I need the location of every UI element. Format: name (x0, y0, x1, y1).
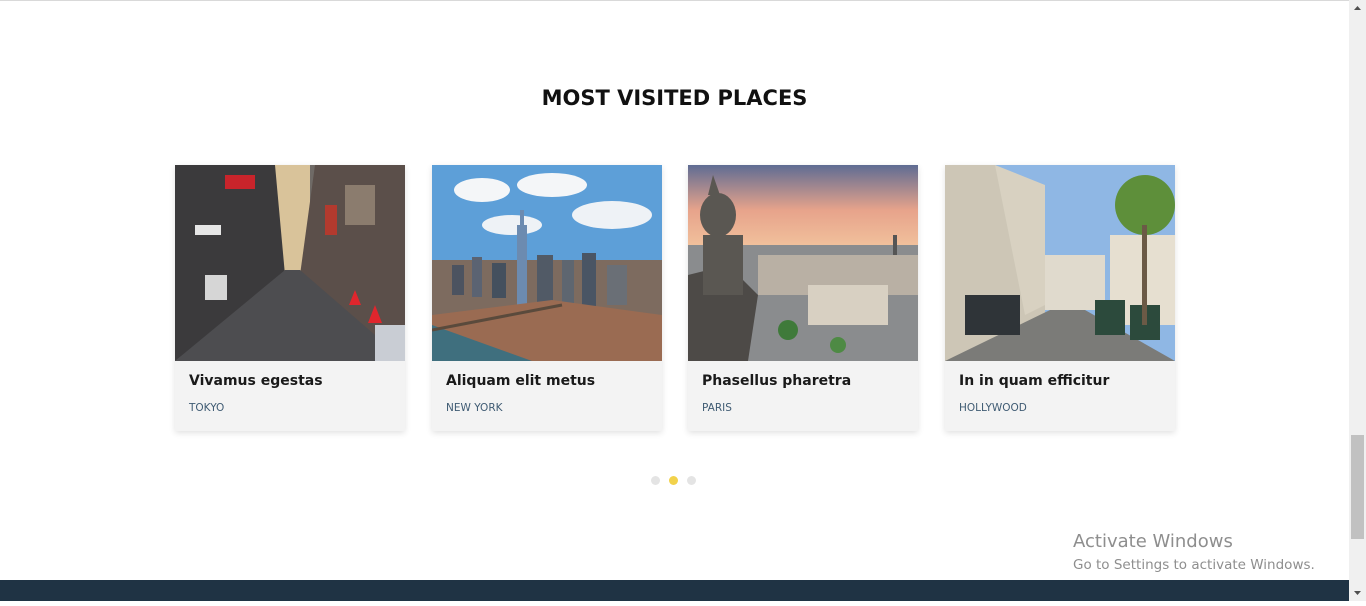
watermark-subtitle: Go to Settings to activate Windows. (1073, 557, 1315, 573)
carousel-dot-2[interactable] (669, 476, 678, 485)
places-carousel: Vivamus egestas TOKYO Aliquam elit metus… (175, 165, 1175, 431)
new-york-skyline-photo (432, 165, 662, 361)
place-card-city: TOKYO (189, 402, 225, 414)
hollywood-studio-photo (945, 165, 1175, 361)
scrollbar-thumb[interactable] (1351, 435, 1364, 539)
place-card-title[interactable]: Phasellus pharetra (702, 373, 851, 389)
scroll-up-arrow-icon[interactable] (1349, 0, 1366, 17)
carousel-dot-3[interactable] (687, 476, 696, 485)
scroll-down-arrow-icon[interactable] (1349, 584, 1366, 601)
place-card-city: PARIS (702, 402, 732, 414)
top-divider (0, 0, 1349, 1)
place-card-title[interactable]: In in quam efficitur (959, 373, 1109, 389)
tokyo-alley-photo (175, 165, 405, 361)
paris-gargoyle-photo (688, 165, 918, 361)
vertical-scrollbar[interactable] (1349, 0, 1366, 601)
carousel-dot-1[interactable] (651, 476, 660, 485)
place-card[interactable]: In in quam efficitur HOLLYWOOD (945, 165, 1175, 431)
windows-activation-watermark: Activate Windows Go to Settings to activ… (1073, 531, 1315, 573)
page-footer (0, 580, 1349, 601)
place-card[interactable]: Aliquam elit metus NEW YORK (432, 165, 662, 431)
section-title: MOST VISITED PLACES (541, 86, 808, 110)
place-card-title[interactable]: Aliquam elit metus (446, 373, 595, 389)
place-card-city: NEW YORK (446, 402, 503, 414)
place-card-title[interactable]: Vivamus egestas (189, 373, 323, 389)
watermark-title: Activate Windows (1073, 531, 1233, 552)
place-card[interactable]: Phasellus pharetra PARIS (688, 165, 918, 431)
place-card-city: HOLLYWOOD (959, 402, 1027, 414)
place-card[interactable]: Vivamus egestas TOKYO (175, 165, 405, 431)
